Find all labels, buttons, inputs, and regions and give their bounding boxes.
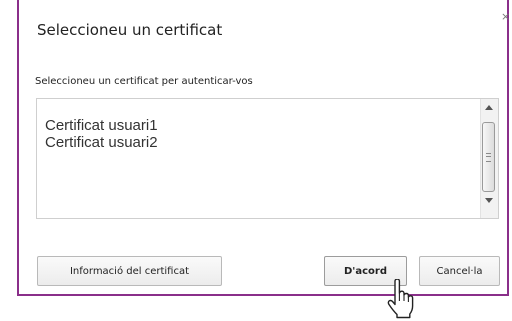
- cancel-button[interactable]: Cancel·la: [419, 256, 500, 286]
- scroll-down-arrow-icon[interactable]: [485, 198, 493, 203]
- page: Seleccioneu un certificat × Seleccioneu …: [0, 0, 512, 321]
- certificate-item-usuari2[interactable]: Certificat usuari2: [45, 134, 158, 151]
- certificate-list-items: Certificat usuari1 Certificat usuari2: [45, 117, 158, 151]
- thumb-grip-icon: [486, 153, 491, 162]
- certificate-item-usuari1[interactable]: Certificat usuari1: [45, 117, 158, 134]
- certificate-list[interactable]: Certificat usuari1 Certificat usuari2: [36, 98, 499, 219]
- dialog-title: Seleccioneu un certificat: [37, 21, 223, 39]
- certificate-info-button[interactable]: Informació del certificat: [37, 256, 222, 286]
- close-icon[interactable]: ×: [501, 11, 510, 22]
- scroll-up-arrow-icon[interactable]: [485, 105, 493, 110]
- prompt-label: Seleccioneu un certificat per autenticar…: [35, 76, 253, 87]
- vertical-scrollbar[interactable]: [480, 99, 498, 218]
- scroll-thumb[interactable]: [482, 122, 495, 192]
- hand-cursor-icon: [387, 279, 414, 319]
